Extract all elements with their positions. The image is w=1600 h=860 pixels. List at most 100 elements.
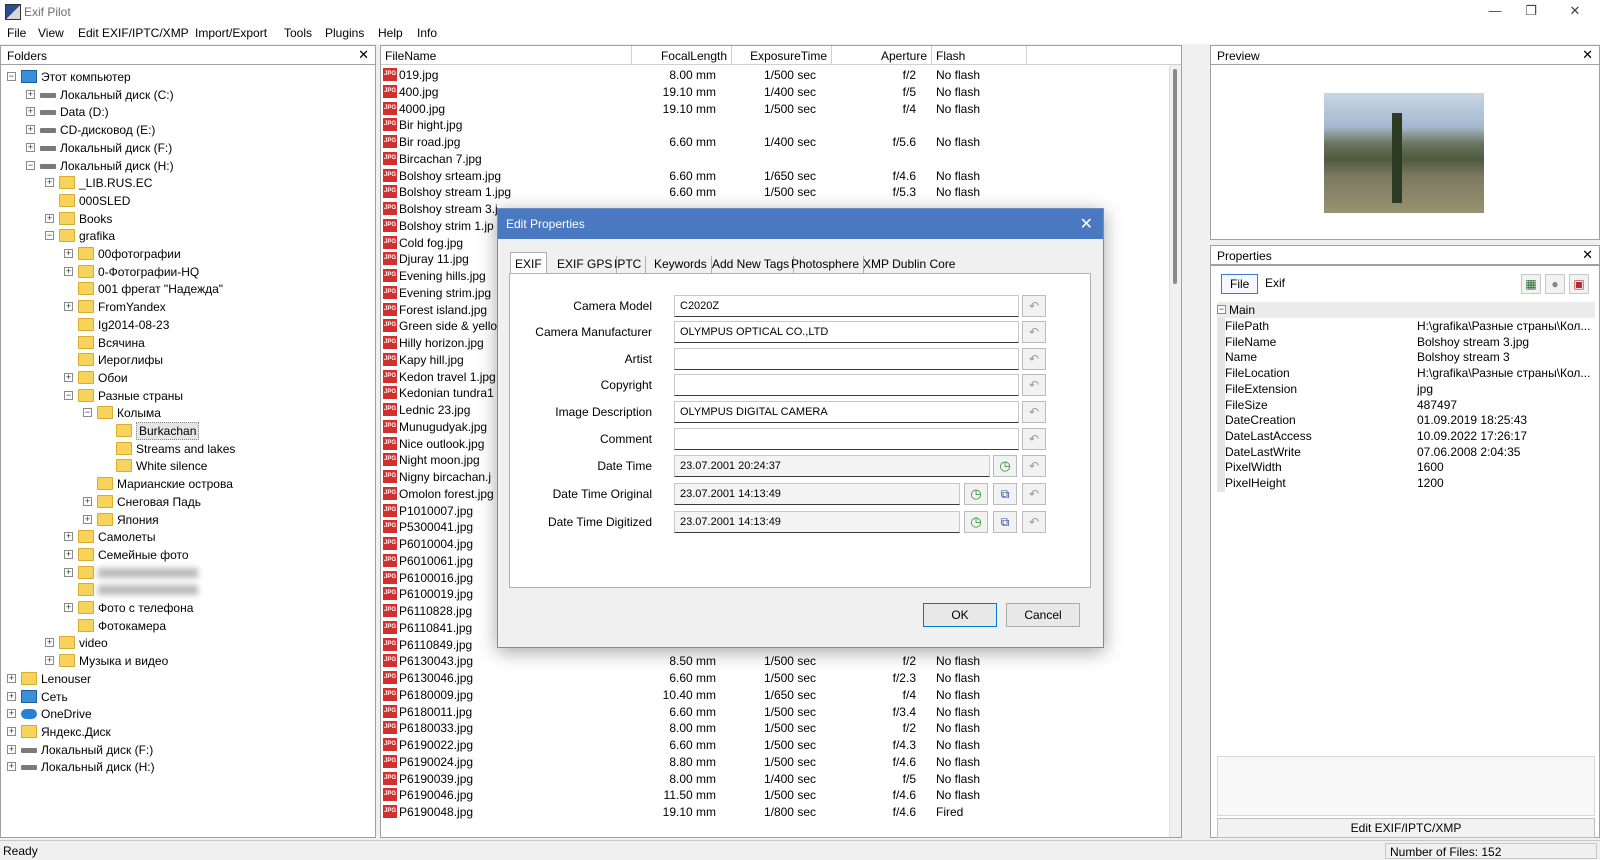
property-row[interactable]: DateLastAccess 10.09.2022 17:26:17 (1217, 428, 1595, 444)
clock-icon[interactable]: ◷ (993, 455, 1017, 477)
artist-input[interactable] (674, 348, 1019, 370)
expand-icon[interactable]: + (64, 532, 73, 542)
expand-icon[interactable]: + (26, 142, 35, 152)
property-row[interactable]: DateCreation 01.09.2019 18:25:43 (1217, 412, 1595, 428)
undo-icon[interactable]: ↶ (1022, 483, 1046, 505)
cancel-button[interactable]: Cancel (1006, 603, 1080, 627)
camera-model-input[interactable]: C2020Z (674, 295, 1019, 317)
file-row[interactable]: JPG P6190048.jpg 19.10 mm 1/800 sec f/4.6 Fir… (381, 803, 1171, 820)
file-row[interactable]: JPG Bir hight.jpg (381, 116, 1171, 133)
expand-icon[interactable]: + (64, 372, 73, 382)
undo-icon[interactable]: ↶ (1022, 455, 1046, 477)
column-filename[interactable]: FileName (381, 46, 632, 65)
tab-file[interactable]: File (1221, 274, 1259, 294)
undo-icon[interactable]: ↶ (1022, 401, 1046, 423)
ok-button[interactable]: OK (923, 603, 997, 627)
property-row[interactable]: FileSize 487497 (1217, 397, 1595, 413)
file-row[interactable]: JPG P6190022.jpg 6.60 mm 1/500 sec f/4.3 No f… (381, 736, 1171, 753)
expand-icon[interactable]: + (83, 496, 92, 506)
menu-info[interactable]: Info (417, 26, 437, 40)
property-row[interactable]: FileName Bolshoy stream 3.jpg (1217, 334, 1595, 350)
file-row[interactable]: JPG 400.jpg 19.10 mm 1/400 sec f/5 No flash (381, 83, 1171, 100)
expand-icon[interactable]: + (64, 302, 73, 312)
dialog-close-icon[interactable]: ✕ (1080, 214, 1093, 234)
date-time-input[interactable]: 23.07.2001 20:24:37 (674, 455, 990, 477)
preview-close-icon[interactable]: ✕ (1582, 47, 1593, 63)
expand-icon[interactable]: + (64, 549, 73, 559)
tab-exif-dialog[interactable]: EXIF (510, 252, 547, 274)
property-row[interactable]: Name Bolshoy stream 3 (1217, 349, 1595, 365)
expand-icon[interactable]: + (45, 656, 54, 666)
collapse-icon[interactable]: − (1217, 305, 1226, 314)
undo-icon[interactable]: ↶ (1022, 374, 1046, 396)
expand-icon[interactable]: + (64, 603, 73, 612)
expand-icon[interactable]: + (45, 213, 54, 223)
tab-xmp-dublin-core[interactable]: XMP Dublin Core (859, 256, 959, 274)
property-row[interactable]: PixelWidth 1600 (1217, 459, 1595, 475)
file-row[interactable]: JPG P6130043.jpg 8.50 mm 1/500 sec f/2 No fla… (381, 652, 1171, 669)
expand-icon[interactable]: + (64, 249, 73, 258)
file-list-scrollbar[interactable] (1169, 65, 1181, 837)
expand-icon[interactable]: + (7, 709, 16, 719)
globe-icon[interactable]: ● (1545, 274, 1565, 294)
tab-exif-gps[interactable]: EXIF GPS (553, 256, 618, 274)
property-row[interactable]: FileLocation H:\grafika\Разные страны\Кол… (1217, 365, 1595, 381)
tab-keywords[interactable]: Keywords (650, 256, 712, 274)
collapse-icon[interactable]: − (45, 231, 54, 241)
file-row[interactable]: JPG P6180033.jpg 8.00 mm 1/500 sec f/2 No fla… (381, 719, 1171, 736)
collapse-icon[interactable]: − (7, 72, 16, 81)
properties-close-icon[interactable]: ✕ (1582, 247, 1593, 263)
file-row[interactable]: JPG P6190024.jpg 8.80 mm 1/500 sec f/4.6 No f… (381, 753, 1171, 770)
expand-icon[interactable]: + (7, 691, 16, 701)
expand-icon[interactable]: + (64, 567, 73, 577)
expand-icon[interactable]: + (26, 125, 35, 135)
file-row[interactable]: JPG Bircachan 7.jpg (381, 150, 1171, 167)
property-row[interactable]: FileExtension jpg (1217, 381, 1595, 397)
column-focallength[interactable]: FocalLength (632, 46, 732, 65)
copy-icon[interactable]: ⧉ (993, 483, 1017, 505)
collapse-icon[interactable]: − (26, 160, 35, 170)
expand-icon[interactable]: + (7, 673, 16, 683)
property-row[interactable]: FilePath H:\grafika\Разные страны\Кол... (1217, 318, 1595, 334)
close-button[interactable]: ✕ (1552, 0, 1598, 24)
copy-icon[interactable]: ⧉ (993, 511, 1017, 533)
collapse-icon[interactable]: − (64, 390, 73, 400)
undo-icon[interactable]: ↶ (1022, 348, 1046, 370)
column-exposuretime[interactable]: ExposureTime (732, 46, 832, 65)
date-time-digitized-input[interactable]: 23.07.2001 14:13:49 (674, 511, 960, 533)
menu-view[interactable]: View (38, 26, 64, 40)
property-category[interactable]: − Main (1217, 302, 1595, 318)
menu-help[interactable]: Help (378, 26, 403, 40)
file-row[interactable]: JPG P6190046.jpg 11.50 mm 1/500 sec f/4.6 No … (381, 786, 1171, 803)
image-description-input[interactable]: OLYMPUS DIGITAL CAMERA (674, 401, 1019, 423)
comment-input[interactable] (674, 428, 1019, 450)
property-grid[interactable]: − Main FilePath H:\grafika\Разные страны\… (1217, 302, 1595, 492)
tab-exif[interactable]: Exif (1257, 274, 1293, 294)
clock-icon[interactable]: ◷ (964, 511, 988, 533)
menu-import-export[interactable]: Import/Export (195, 26, 267, 40)
dialog-title-bar[interactable]: Edit Properties ✕ (498, 209, 1103, 239)
file-row[interactable]: JPG 019.jpg 8.00 mm 1/500 sec f/2 No flash (381, 66, 1171, 83)
folders-close-icon[interactable]: ✕ (358, 47, 369, 63)
tab-iptc[interactable]: IPTC (610, 256, 647, 274)
menu-plugins[interactable]: Plugins (325, 26, 364, 40)
expand-icon[interactable]: + (26, 107, 35, 117)
menu-file[interactable]: File (7, 26, 26, 40)
expand-icon[interactable]: + (45, 638, 54, 648)
file-row[interactable]: JPG P6190039.jpg 8.00 mm 1/400 sec f/5 No fla… (381, 770, 1171, 787)
image-icon[interactable]: ▣ (1569, 274, 1589, 294)
expand-icon[interactable]: + (7, 726, 16, 736)
undo-icon[interactable]: ↶ (1022, 428, 1046, 450)
menu-tools[interactable]: Tools (284, 26, 312, 40)
file-row[interactable]: JPG P6180009.jpg 10.40 mm 1/650 sec f/4 No fl… (381, 686, 1171, 703)
file-row[interactable]: JPG P6130046.jpg 6.60 mm 1/500 sec f/2.3 No f… (381, 669, 1171, 686)
grid-view-icon[interactable]: ▦ (1521, 274, 1541, 294)
file-row[interactable]: JPG Bolshoy srteam.jpg 6.60 mm 1/650 sec f/4… (381, 167, 1171, 184)
maximize-button[interactable]: ❐ (1508, 0, 1554, 24)
clock-icon[interactable]: ◷ (964, 483, 988, 505)
tab-photosphere[interactable]: Photosphere (787, 256, 865, 274)
property-row[interactable]: DateLastWrite 07.06.2008 2:04:35 (1217, 444, 1595, 460)
scrollbar-thumb[interactable] (1173, 69, 1177, 284)
folder-tree[interactable]: − Этот компьютер + Локальный диск (C:) + Data… (0, 64, 376, 838)
column-aperture[interactable]: Aperture (832, 46, 932, 65)
